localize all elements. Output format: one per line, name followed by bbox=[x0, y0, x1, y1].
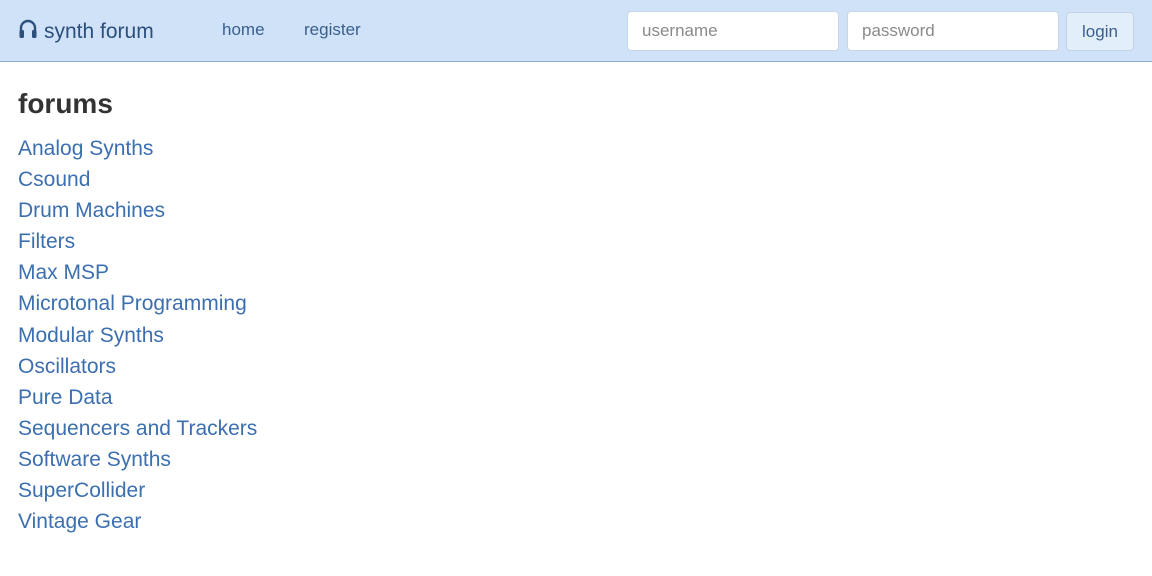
password-input[interactable] bbox=[847, 11, 1059, 51]
top-navbar: synth forum home register login bbox=[0, 0, 1152, 62]
list-item: Filters bbox=[18, 229, 257, 260]
brand-label: synth forum bbox=[44, 20, 154, 43]
list-item: Pure Data bbox=[18, 385, 257, 416]
page-title: forums bbox=[18, 88, 113, 119]
forum-link-analog-synths[interactable]: Analog Synths bbox=[18, 137, 153, 160]
forum-link-filters[interactable]: Filters bbox=[18, 230, 75, 253]
list-item: Modular Synths bbox=[18, 323, 257, 354]
forum-list: Analog Synths Csound Drum Machines Filte… bbox=[18, 136, 257, 540]
main-content: forums Analog Synths Csound Drum Machine… bbox=[18, 86, 257, 540]
list-item: Oscillators bbox=[18, 354, 257, 385]
list-item: Software Synths bbox=[18, 447, 257, 478]
list-item: Sequencers and Trackers bbox=[18, 416, 257, 447]
list-item: Analog Synths bbox=[18, 136, 257, 167]
forum-link-software-synths[interactable]: Software Synths bbox=[18, 448, 171, 471]
nav-link-register[interactable]: register bbox=[304, 20, 361, 40]
forum-link-microtonal-programming[interactable]: Microtonal Programming bbox=[18, 292, 247, 315]
list-item: Vintage Gear bbox=[18, 509, 257, 540]
brand-link[interactable]: synth forum bbox=[18, 18, 154, 46]
forum-link-sequencers-and-trackers[interactable]: Sequencers and Trackers bbox=[18, 417, 257, 440]
login-button[interactable]: login bbox=[1066, 12, 1134, 51]
headphones-icon bbox=[18, 18, 44, 46]
forum-link-oscillators[interactable]: Oscillators bbox=[18, 355, 116, 378]
list-item: Drum Machines bbox=[18, 198, 257, 229]
forum-link-supercollider[interactable]: SuperCollider bbox=[18, 479, 145, 502]
nav-link-home[interactable]: home bbox=[222, 20, 265, 40]
forum-link-csound[interactable]: Csound bbox=[18, 168, 90, 191]
forum-link-pure-data[interactable]: Pure Data bbox=[18, 386, 113, 409]
forum-link-vintage-gear[interactable]: Vintage Gear bbox=[18, 510, 141, 533]
username-input[interactable] bbox=[627, 11, 839, 51]
list-item: Csound bbox=[18, 167, 257, 198]
forum-link-modular-synths[interactable]: Modular Synths bbox=[18, 324, 164, 347]
list-item: SuperCollider bbox=[18, 478, 257, 509]
forum-link-drum-machines[interactable]: Drum Machines bbox=[18, 199, 165, 222]
forum-link-max-msp[interactable]: Max MSP bbox=[18, 261, 109, 284]
list-item: Microtonal Programming bbox=[18, 291, 257, 322]
list-item: Max MSP bbox=[18, 260, 257, 291]
